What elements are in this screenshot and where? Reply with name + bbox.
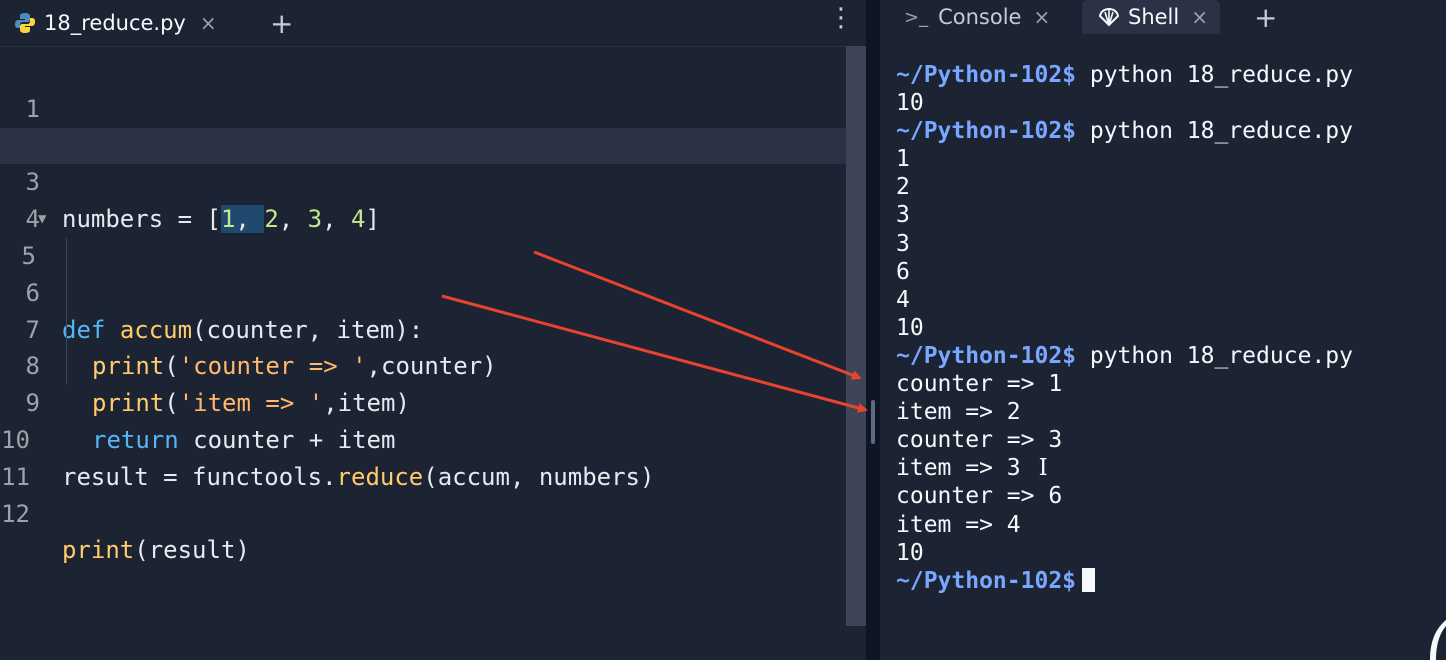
output-text: item => 2 [896,399,1021,426]
output-text: 6 [896,258,910,285]
shell-prompt: ~/Python-102$ [896,567,1077,594]
line-number: 12 [1,499,30,528]
corner-decoration [1430,620,1446,660]
add-tab-button[interactable]: + [1254,0,1277,34]
code-line[interactable]: 9 [0,348,846,417]
shell-command: python 18_reduce.py [1076,118,1353,145]
output-text: counter => 1 [896,371,1063,398]
pane-resize-handle[interactable] [871,400,875,444]
function-name: print [62,536,135,565]
terminal-prompt-line: ~/Python-102$ python 18_reduce.py [896,342,1436,370]
close-tab-icon[interactable]: × [1033,5,1050,29]
indent-guide [66,237,67,275]
terminal-output-line: 10 [896,539,1436,567]
code-line-active[interactable]: 3 numbers = [1, 2, 3, 4] [0,127,846,234]
terminal-output-line: item => 3 I [896,454,1436,482]
add-tab-button[interactable]: + [270,0,293,46]
terminal-output-line: 3 [896,201,1436,229]
pane-divider[interactable] [866,0,880,660]
output-text: 2 [896,174,910,201]
code-text: (result) [134,536,250,565]
terminal-prompt-line: ~/Python-102$ python 18_reduce.py [896,117,1436,145]
fold-arrow-icon[interactable]: ▼ [38,201,46,238]
terminal-output-line: 2 [896,173,1436,201]
output-text: counter => 6 [896,483,1063,510]
code-line[interactable]: 4 [0,164,846,233]
output-text: 1 [896,146,910,173]
terminal-output-line: counter => 3 [896,426,1436,454]
terminal-output-line: 10 [896,314,1436,342]
shell-pane[interactable]: >_ Console × Shell × + ~/Python-102$ pyt… [880,0,1446,660]
shell-command: python 18_reduce.py [1076,62,1353,88]
tab-shell[interactable]: Shell × [1082,0,1220,34]
shell-prompt: ~/Python-102$ [896,62,1077,88]
shell-prompt: ~/Python-102$ [896,118,1077,145]
shell-command: python 18_reduce.py [1076,342,1353,369]
terminal-output-line: 4 [896,286,1436,314]
terminal-output-line: 10 [896,89,1436,117]
text-cursor-icon: I [1038,455,1048,482]
terminal-icon: >_ [904,6,929,28]
shell-tab-bar: >_ Console × Shell × + [880,0,1446,34]
terminal-output-line: 1 [896,145,1436,173]
editor-file-tab[interactable]: 18_reduce.py × [14,0,217,46]
code-line[interactable]: 7 print('item => ',item) [0,274,846,417]
output-text: item => 4 [896,511,1021,538]
output-text: 10 [896,314,924,341]
code-line[interactable]: 8 return counter + item [0,311,846,454]
output-text: item => 3 [896,455,1021,482]
indent-guide [66,348,67,386]
tab-shell-label: Shell [1128,5,1180,29]
code-line[interactable]: 6 print('counter => ',counter) [0,237,846,380]
tab-console[interactable]: >_ Console × [904,0,1050,34]
output-text: 3 [896,230,910,257]
terminal-cursor[interactable] [1082,567,1096,592]
terminal-output-line: 6 [896,258,1436,286]
terminal-prompt-line: ~/Python-102$ [896,567,1436,595]
terminal-output-line: item => 4 [896,511,1436,539]
indent-guide [66,311,67,349]
python-file-icon [14,12,36,34]
indent-guide [66,274,67,312]
output-text: 10 [896,90,924,117]
editor-tab-bar: 18_reduce.py × + ⋮ [0,0,866,47]
terminal-prompt-line: ~/Python-102$ python 18_reduce.py [896,61,1436,89]
terminal-output[interactable]: ~/Python-102$ python 18_reduce.py 10 ~/Pyt… [896,61,1436,595]
code-line[interactable]: 11 [0,422,846,491]
code-line[interactable]: 5 ▼ def accum(counter, item): [0,201,846,343]
output-text: 10 [896,539,924,566]
code-line[interactable]: 12 print(result) [0,459,846,565]
code-line[interactable]: 2 [0,91,846,160]
more-options-icon[interactable]: ⋮ [828,0,854,36]
shell-icon [1098,7,1120,27]
close-tab-icon[interactable]: × [200,11,217,35]
output-text: 3 [896,202,910,229]
shell-prompt: ~/Python-102$ [896,342,1077,369]
close-tab-icon[interactable]: × [1191,5,1208,29]
editor-scrollbar[interactable] [846,46,866,626]
terminal-output-line: counter => 6 [896,482,1436,510]
code-line[interactable]: 10 result = functools.reduce(accum, numb… [0,385,846,491]
editor-tab-label: 18_reduce.py [44,11,186,35]
tab-console-label: Console [938,5,1022,29]
code-area[interactable]: 1 import functools 2 3 numbers = [1, 2, … [0,54,846,565]
output-text: 4 [896,286,910,313]
output-text: counter => 3 [896,427,1063,454]
terminal-output-line: 3 [896,230,1436,258]
terminal-output-line: item => 2 [896,398,1436,426]
code-editor-pane[interactable]: 18_reduce.py × + ⋮ 1 import functools 2 … [0,0,866,660]
terminal-output-line: counter => 1 [896,370,1436,398]
code-line[interactable]: 1 import functools [0,54,846,160]
